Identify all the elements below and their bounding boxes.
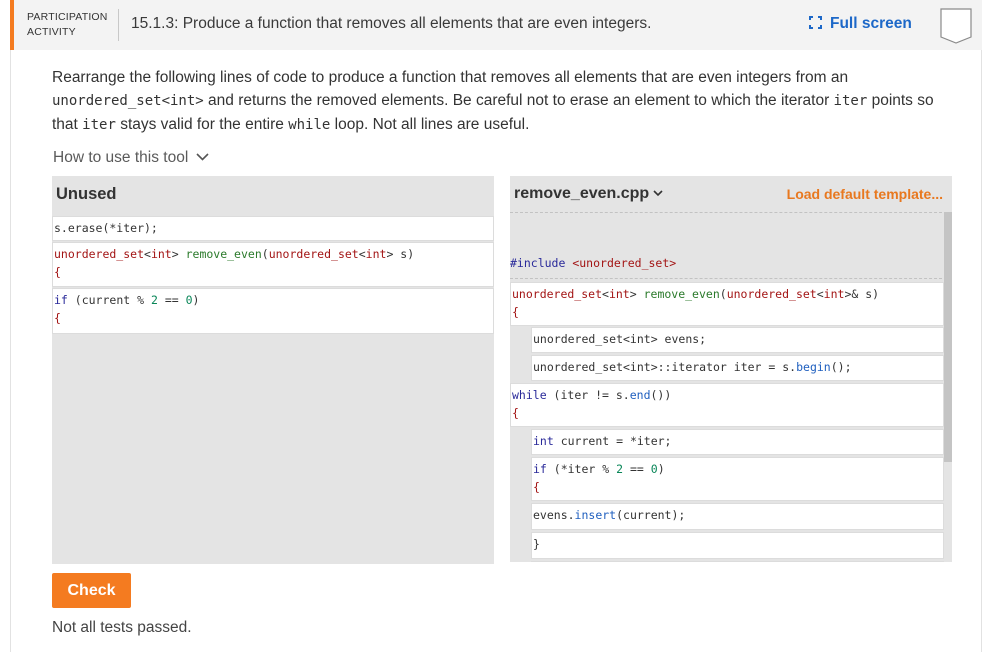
code-line: s.erase(*iter); xyxy=(54,221,158,235)
instr-text-4: stays valid for the entire xyxy=(115,116,289,133)
editor-block-if-iter[interactable]: if (*iter % 2 == 0) { xyxy=(531,457,944,501)
editor-block-while[interactable]: while (iter != s.end()) { xyxy=(510,383,944,427)
full-screen-button[interactable]: Full screen xyxy=(809,15,912,33)
instr-code-4: while xyxy=(288,117,331,133)
code-line: unordered_set<int> remove_even(unordered… xyxy=(512,287,880,301)
label-line-2: ACTIVITY xyxy=(27,26,76,38)
check-button[interactable]: Check xyxy=(52,573,131,608)
chevron-down-icon xyxy=(196,153,209,161)
divider-dashed xyxy=(510,278,952,279)
code-line: if (current % 2 == 0) xyxy=(54,293,200,307)
code-editor-panel: remove_even.cpp Load default template...… xyxy=(510,176,952,562)
editor-block-evens-decl[interactable]: unordered_set<int> evens; xyxy=(531,327,944,353)
code-line: evens.insert(current); xyxy=(533,508,686,522)
participation-activity-label: PARTICIPATION ACTIVITY xyxy=(27,10,108,40)
instr-text-1: Rearrange the following lines of code to… xyxy=(52,69,849,86)
unused-block-erase[interactable]: s.erase(*iter); xyxy=(52,216,494,241)
unused-block-if-current[interactable]: if (current % 2 == 0) { xyxy=(52,288,494,334)
bookmark-icon[interactable] xyxy=(940,8,972,44)
code-line: } xyxy=(533,537,540,551)
code-line: #include <unordered_set> xyxy=(510,256,677,270)
instr-code-1: unordered_set<int> xyxy=(52,93,204,109)
activity-title: 15.1.3: Produce a function that removes … xyxy=(131,15,652,32)
code-line: while (iter != s.end()) xyxy=(512,388,672,402)
editor-scrollbar[interactable] xyxy=(944,212,952,462)
code-line: { xyxy=(533,480,540,494)
editor-block-current[interactable]: int current = *iter; xyxy=(531,429,944,455)
code-line: { xyxy=(54,311,61,325)
editor-block-partial[interactable] xyxy=(531,561,944,562)
code-line: { xyxy=(54,265,61,279)
editor-block-insert[interactable]: evens.insert(current); xyxy=(531,503,944,530)
editor-block-iter-decl[interactable]: unordered_set<int>::iterator iter = s.be… xyxy=(531,355,944,381)
chevron-down-icon xyxy=(653,190,663,197)
load-default-template-link[interactable]: Load default template... xyxy=(787,186,943,202)
code-line: int current = *iter; xyxy=(533,434,672,448)
instr-code-3: iter xyxy=(82,117,116,133)
header-divider xyxy=(118,9,119,41)
full-screen-label: Full screen xyxy=(830,15,912,32)
code-line: { xyxy=(512,305,519,319)
fullscreen-icon xyxy=(809,16,822,29)
filename-dropdown[interactable]: remove_even.cpp xyxy=(514,185,663,203)
code-line: { xyxy=(512,406,519,420)
unused-panel: Unused s.erase(*iter); unordered_set<int… xyxy=(52,176,494,564)
how-to-use-toggle[interactable]: How to use this tool xyxy=(53,149,209,167)
editor-block-close-brace[interactable]: } xyxy=(531,532,944,559)
code-line: unordered_set<int> evens; xyxy=(533,332,707,346)
label-line-1: PARTICIPATION xyxy=(27,11,108,23)
instr-code-2: iter xyxy=(833,93,868,109)
code-line: if (*iter % 2 == 0) xyxy=(533,462,665,476)
divider-dashed xyxy=(510,212,952,213)
code-line: unordered_set<int> remove_even(unordered… xyxy=(54,247,415,261)
unused-block-func-signature[interactable]: unordered_set<int> remove_even(unordered… xyxy=(52,242,494,287)
instr-text-2: and returns the removed elements. Be car… xyxy=(203,92,834,109)
editor-block-func-signature[interactable]: unordered_set<int> remove_even(unordered… xyxy=(510,282,944,326)
code-line: unordered_set<int>::iterator iter = s.be… xyxy=(533,360,852,374)
instr-text-5: loop. Not all lines are useful. xyxy=(330,116,530,133)
filename-label: remove_even.cpp xyxy=(514,185,650,202)
test-result-message: Not all tests passed. xyxy=(52,619,192,636)
instructions: Rearrange the following lines of code to… xyxy=(52,66,952,137)
unused-title: Unused xyxy=(56,185,117,203)
how-to-label: How to use this tool xyxy=(53,149,189,166)
activity-header: PARTICIPATION ACTIVITY 15.1.3: Produce a… xyxy=(10,0,982,50)
